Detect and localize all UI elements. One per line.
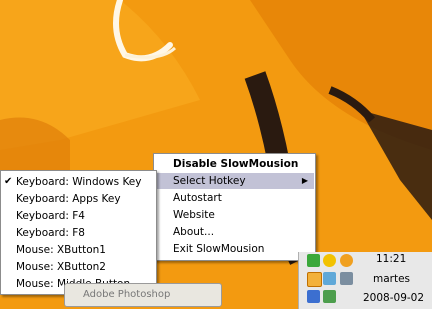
taskbar-button-photoshop[interactable]: Adobe Photoshop (64, 283, 222, 307)
submenu-item-windows-key[interactable]: ✔ Keyboard: Windows Key (2, 174, 155, 190)
submenu-item-xbutton1[interactable]: Mouse: XButton1 (2, 242, 155, 258)
submenu-arrow-icon: ▶ (301, 176, 308, 185)
menu-item-select-hotkey[interactable]: Select Hotkey ▶ (155, 173, 314, 189)
tray-context-menu: Disable SlowMousion Select Hotkey ▶ Auto… (153, 153, 316, 261)
clock-icon[interactable] (307, 272, 322, 287)
clock-date: 2008-09-02 (363, 292, 425, 304)
submenu-item-xbutton2[interactable]: Mouse: XButton2 (2, 259, 155, 275)
system-tray: 11:21 martes 2008-09-02 (298, 252, 432, 309)
taskbar-button-label: Adobe Photoshop (83, 289, 171, 300)
balloon-icon[interactable] (340, 254, 353, 267)
network-icon[interactable] (323, 272, 336, 285)
submenu-item-f8[interactable]: Keyboard: F8 (2, 225, 155, 241)
submenu-item-apps-key[interactable]: Keyboard: Apps Key (2, 191, 155, 207)
menu-item-disable[interactable]: Disable SlowMousion (155, 156, 314, 172)
submenu-item-f4[interactable]: Keyboard: F4 (2, 208, 155, 224)
clock-day: martes (373, 273, 411, 285)
menu-item-exit[interactable]: Exit SlowMousion (155, 241, 314, 257)
menu-item-label: Keyboard: Windows Key (16, 176, 142, 188)
app-icon[interactable] (323, 290, 336, 303)
warning-shield-icon[interactable] (323, 254, 336, 267)
check-icon[interactable] (307, 254, 320, 267)
menu-item-website[interactable]: Website (155, 207, 314, 223)
network-disabled-icon[interactable] (307, 290, 320, 303)
hotkey-submenu: ✔ Keyboard: Windows Key Keyboard: Apps K… (0, 170, 157, 295)
menu-item-autostart[interactable]: Autostart (155, 190, 314, 206)
checkmark-icon: ✔ (4, 176, 13, 187)
clock-time[interactable]: 11:21 (376, 253, 406, 265)
tools-icon[interactable] (340, 272, 353, 285)
menu-item-about[interactable]: About... (155, 224, 314, 240)
menu-item-label: Select Hotkey (173, 175, 246, 187)
